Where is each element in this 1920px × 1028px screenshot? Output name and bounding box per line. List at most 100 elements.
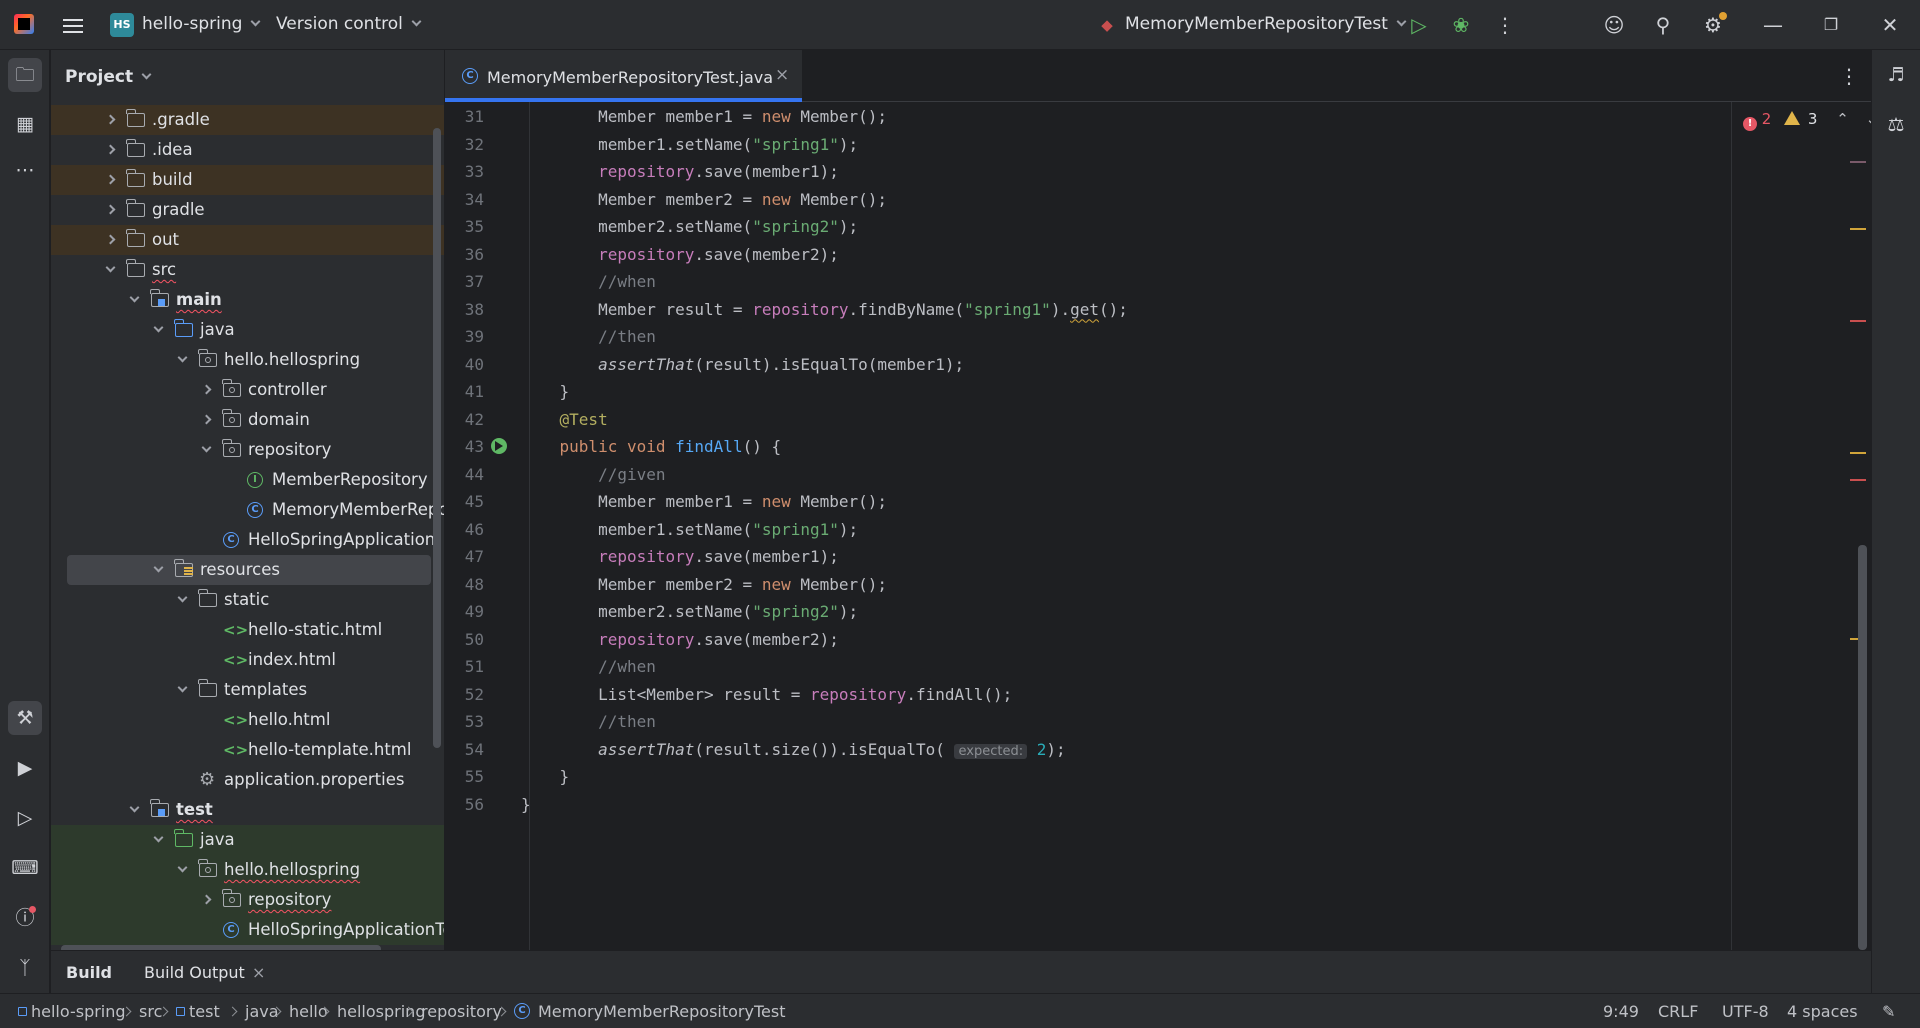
build-tab[interactable]: Build [66, 963, 112, 982]
chevron-down-icon[interactable] [105, 262, 116, 273]
problems-icon[interactable]: ⓘ [8, 901, 42, 935]
code-line[interactable]: 53 //then [445, 708, 1735, 736]
code-line[interactable]: 32 member1.setName("spring1"); [445, 131, 1735, 159]
tree-item[interactable]: repository [51, 885, 444, 915]
tree-item[interactable]: repository [51, 435, 444, 465]
run-test-gutter-icon[interactable] [491, 438, 507, 454]
chevron-down-icon[interactable] [153, 322, 164, 333]
chevron-down-icon[interactable] [177, 862, 188, 873]
breadcrumb-item[interactable]: test [189, 1002, 220, 1021]
chevron-right-icon[interactable] [105, 144, 116, 155]
code-line[interactable]: 31 Member member1 = new Member(); [445, 103, 1735, 131]
code-line[interactable]: 54 assertThat(result.size()).isEqualTo( … [445, 736, 1735, 764]
code-line[interactable]: 50 repository.save(member2); [445, 626, 1735, 654]
tree-item[interactable]: controller [51, 375, 444, 405]
tab-actions-icon[interactable]: ⋮ [1839, 64, 1859, 88]
breadcrumb-item[interactable]: repository [421, 1002, 502, 1021]
chevron-down-icon[interactable] [177, 682, 188, 693]
code-line[interactable]: 39 //then [445, 323, 1735, 351]
chevron-right-icon[interactable] [201, 384, 212, 395]
project-panel-title[interactable]: Project [65, 67, 152, 87]
chevron-down-icon[interactable] [153, 562, 164, 573]
tree-item[interactable]: templates [51, 675, 444, 705]
chevron-right-icon[interactable] [201, 894, 212, 905]
code-line[interactable]: 55 } [445, 763, 1735, 791]
tree-item[interactable]: resources [67, 555, 431, 585]
code-line[interactable]: 56} [445, 791, 1735, 819]
build-hammer-icon[interactable]: ⚒ [8, 701, 42, 735]
run-icon[interactable]: ▷ [1407, 13, 1431, 37]
chevron-down-icon[interactable] [201, 442, 212, 453]
code-line[interactable]: 44 //given [445, 461, 1735, 489]
debug-icon[interactable]: ❀ [1449, 13, 1473, 37]
add-user-icon[interactable]: ☺ [1602, 13, 1626, 37]
inspection-widget[interactable]: ! 2 3 ⌃ ⌄ [1743, 110, 1878, 131]
tree-item[interactable]: .idea [51, 135, 444, 165]
main-menu-icon[interactable] [63, 15, 83, 37]
notifications-bell-icon[interactable]: ♬ [1879, 58, 1913, 92]
code-line[interactable]: 45 Member member1 = new Member(); [445, 488, 1735, 516]
code-line[interactable]: 41 } [445, 378, 1735, 406]
git-branch-icon[interactable]: ᛉ [8, 951, 42, 985]
code-line[interactable]: 49 member2.setName("spring2"); [445, 598, 1735, 626]
close-tab-icon[interactable]: × [775, 65, 789, 85]
chevron-down-icon[interactable] [129, 802, 140, 813]
chevron-down-icon[interactable] [177, 352, 188, 363]
close-build-output-icon[interactable]: × [252, 963, 265, 982]
editor-vertical-scrollbar[interactable] [1858, 545, 1867, 950]
editor-tab[interactable]: C MemoryMemberRepositoryTest.java × [445, 50, 802, 102]
error-marker[interactable] [1850, 320, 1866, 322]
previous-highlight-icon[interactable]: ⌃ [1836, 110, 1849, 128]
project-selector[interactable]: hello-spring [142, 14, 261, 34]
tree-item[interactable]: out [51, 225, 444, 255]
code-line[interactable]: 37 //when [445, 268, 1735, 296]
chevron-right-icon[interactable] [201, 414, 212, 425]
chevron-right-icon[interactable] [105, 234, 116, 245]
chevron-down-icon[interactable] [129, 292, 140, 303]
code-line[interactable]: 52 List<Member> result = repository.find… [445, 681, 1735, 709]
services-icon[interactable]: ▶ [8, 751, 42, 785]
tree-item[interactable]: test [51, 795, 444, 825]
code-line[interactable]: 33 repository.save(member1); [445, 158, 1735, 186]
error-marker[interactable] [1850, 479, 1866, 481]
code-line[interactable]: 38 Member result = repository.findByName… [445, 296, 1735, 324]
tree-item[interactable]: C HelloSpringApplication [51, 525, 444, 555]
breadcrumb-item[interactable]: MemoryMemberRepositoryTest [538, 1002, 785, 1021]
project-vertical-scrollbar[interactable] [433, 128, 441, 748]
code-line[interactable]: 34 Member member2 = new Member(); [445, 186, 1735, 214]
more-actions-icon[interactable]: ⋮ [1493, 13, 1517, 37]
code-line[interactable]: 35 member2.setName("spring2"); [445, 213, 1735, 241]
line-separator[interactable]: CRLF [1658, 1002, 1698, 1021]
tree-item[interactable]: hello.hellospring [51, 345, 444, 375]
project-tool-folder-icon[interactable]: 🗀 [8, 58, 42, 92]
tree-item[interactable]: C MemoryMemberRepository [51, 495, 444, 525]
code-line[interactable]: 51 //when [445, 653, 1735, 681]
run-config-selector[interactable]: MemoryMemberRepositoryTest [1125, 14, 1407, 34]
caret-position[interactable]: 9:49 [1603, 1002, 1639, 1021]
build-output-tab[interactable]: Build Output [144, 963, 245, 982]
terminal-icon[interactable]: ⌨ [8, 851, 42, 885]
tree-item[interactable]: <> hello.html [51, 705, 444, 735]
tree-item[interactable]: java [51, 315, 444, 345]
tree-item[interactable]: I MemberRepository [51, 465, 444, 495]
more-tools-icon[interactable]: ⋯ [8, 153, 42, 187]
chevron-right-icon[interactable] [105, 114, 116, 125]
scroll-marker[interactable] [1850, 161, 1866, 163]
tree-item[interactable]: java [51, 825, 444, 855]
lock-icon[interactable]: ✎ [1882, 1002, 1895, 1021]
tree-item[interactable]: ⚙ application.properties [51, 765, 444, 795]
restore-icon[interactable]: ❐ [1819, 13, 1843, 37]
code-line[interactable]: 48 Member member2 = new Member(); [445, 571, 1735, 599]
warning-marker[interactable] [1850, 228, 1866, 230]
vcs-selector[interactable]: Version control [276, 14, 422, 34]
tree-item[interactable]: .gradle [51, 105, 444, 135]
tree-item[interactable]: <> hello-static.html [51, 615, 444, 645]
gradle-elephant-icon[interactable]: ⚖ [1879, 108, 1913, 142]
chevron-right-icon[interactable] [105, 174, 116, 185]
chevron-down-icon[interactable] [177, 592, 188, 603]
structure-icon[interactable]: ▦ [8, 107, 42, 141]
search-icon[interactable]: ⚲ [1651, 13, 1675, 37]
code-line[interactable]: 47 repository.save(member1); [445, 543, 1735, 571]
ide-logo-icon[interactable] [14, 14, 34, 34]
tree-item[interactable]: C HelloSpringApplicationTests [51, 915, 444, 945]
